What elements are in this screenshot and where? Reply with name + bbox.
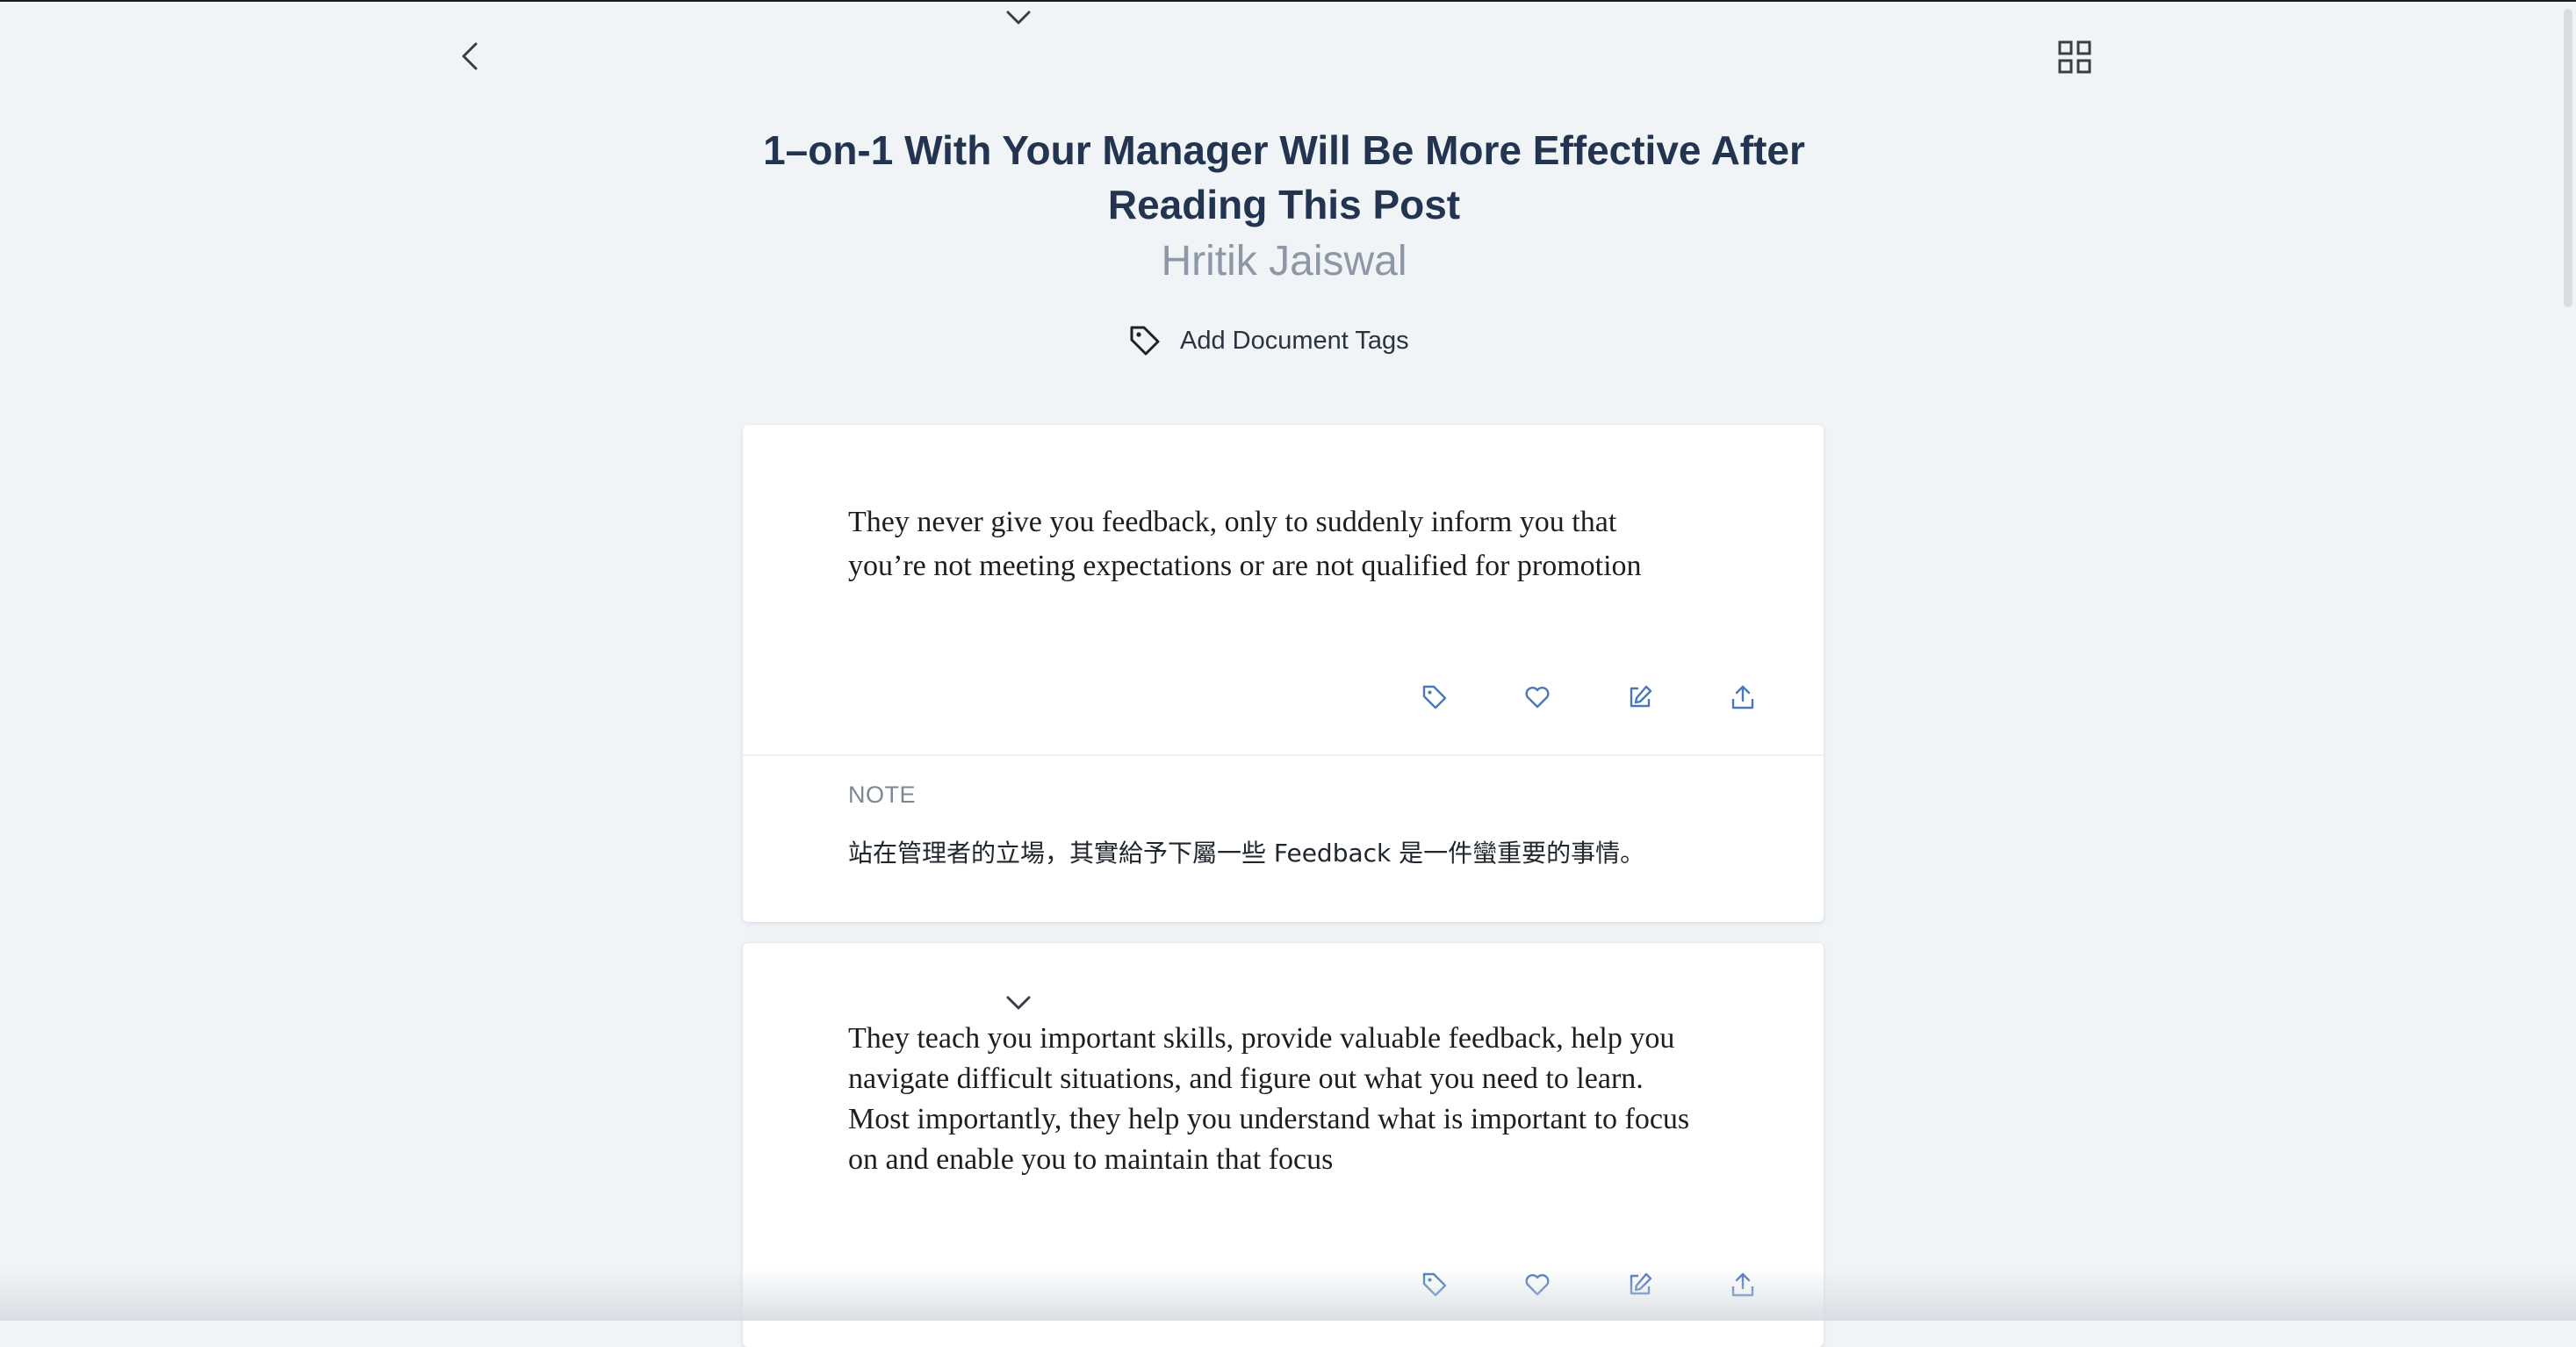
document-title: 1–on-1 With Your Manager Will Be More Ef… <box>720 123 1848 232</box>
bottom-shadow <box>0 1268 2576 1321</box>
tag-button[interactable] <box>1417 680 1452 715</box>
heart-icon <box>1525 687 1550 709</box>
highlight-actions <box>1417 680 1760 715</box>
edit-icon <box>1630 685 1652 708</box>
scrollbar[interactable] <box>2564 9 2572 307</box>
note-text: 站在管理者的立場，其實給予下屬一些 Feedback 是一件蠻重要的事情。 <box>848 839 1645 868</box>
document-header: 1–on-1 With Your Manager Will Be More Ef… <box>720 123 1848 290</box>
note-label: NOTE <box>848 782 917 808</box>
chevron-down-icon <box>1006 11 1031 25</box>
highlight-text: They teach you important skills, provide… <box>848 1022 1690 1176</box>
back-button[interactable] <box>451 37 490 76</box>
like-button[interactable] <box>1520 680 1555 715</box>
share-icon <box>1731 685 1754 710</box>
document-author: Hritik Jaiswal <box>1161 238 1407 285</box>
share-button[interactable] <box>1725 680 1760 715</box>
note-divider <box>743 754 1824 756</box>
chevron-down-icon <box>1006 996 1031 1010</box>
document-title-line-1: 1–on-1 With Your Manager Will Be More Ef… <box>763 127 1805 173</box>
highlight-text: They never give you feedback, only to su… <box>848 506 1642 582</box>
add-document-tags-button[interactable]: Add Document Tags <box>1127 320 1409 362</box>
tag-icon <box>1127 323 1162 358</box>
expand-button[interactable] <box>1001 985 1036 1020</box>
edit-button[interactable] <box>1623 680 1658 715</box>
window-top-border <box>0 0 2576 2</box>
document-title-line-2: Reading This Post <box>1107 182 1461 227</box>
add-document-tags-label: Add Document Tags <box>1180 326 1409 355</box>
tag-icon <box>1422 685 1447 710</box>
expand-button[interactable] <box>1001 0 1036 35</box>
grid-icon <box>2058 40 2091 74</box>
chevron-left-icon <box>462 42 478 70</box>
grid-view-button[interactable] <box>2054 37 2095 77</box>
